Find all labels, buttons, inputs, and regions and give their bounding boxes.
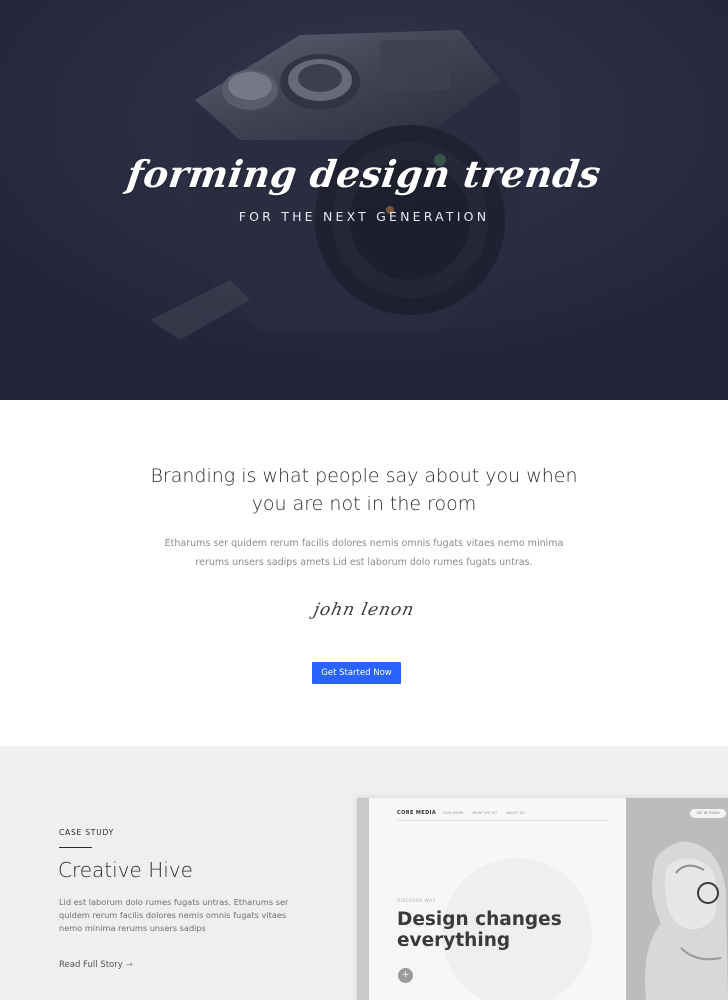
case-study-eyebrow: CASE STUDY <box>59 828 115 837</box>
plus-icon: + <box>398 968 413 983</box>
hero-title: forming design trends <box>124 152 604 196</box>
mockup-portrait-photo <box>626 798 728 1000</box>
case-study-text: Lid est laborum dolo rumes fugats untras… <box>59 897 289 933</box>
hero-subtitle: FOR THE NEXT GENERATION <box>238 209 490 224</box>
intro-heading: Branding is what people say about you wh… <box>150 465 578 515</box>
signature: john lenon <box>311 600 417 620</box>
case-study-divider <box>59 847 92 848</box>
intro-text: Etharums ser quidem rerum facilis dolore… <box>164 538 564 568</box>
mockup-heading: Design changes everything <box>397 909 562 951</box>
intro-section: Branding is what people say about you wh… <box>0 400 728 746</box>
mockup-left-strip <box>357 798 369 1000</box>
website-mockup: CORE MEDIA OUR WORK WHAT WE DO ABOUT US … <box>357 798 728 1000</box>
mockup-logo: CORE MEDIA <box>397 810 437 816</box>
mockup-nav-item: OUR WORK <box>443 811 464 815</box>
case-study-title: Creative Hive <box>58 858 193 882</box>
mockup-nav-item: WHAT WE DO <box>472 811 497 815</box>
mockup-eyebrow: DISCOVER WHY <box>397 898 436 903</box>
get-started-button[interactable]: Get Started Now <box>312 662 401 684</box>
portrait-photo-graphic <box>626 798 728 1000</box>
mockup-nav-item: ABOUT US <box>506 811 525 815</box>
mockup-nav: OUR WORK WHAT WE DO ABOUT US <box>443 811 533 815</box>
mockup-pill-button: GET IN TOUCH <box>690 809 726 818</box>
read-full-story-label: Read Full Story <box>59 960 123 970</box>
read-full-story-link[interactable]: Read Full Story → <box>59 960 133 970</box>
hero-section: forming design trends FOR THE NEXT GENER… <box>0 0 728 400</box>
case-study-section: CASE STUDY Creative Hive Lid est laborum… <box>0 746 728 1000</box>
mockup-divider <box>397 820 608 821</box>
arrow-right-icon: → <box>125 960 133 970</box>
camera-photo-background <box>0 0 728 400</box>
